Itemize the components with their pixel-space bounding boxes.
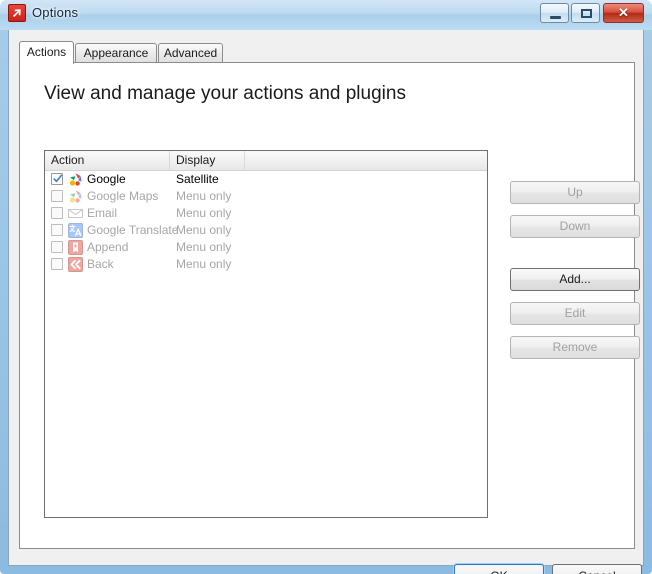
cancel-label: Cancel bbox=[578, 569, 615, 574]
row-checkbox[interactable] bbox=[51, 241, 63, 253]
move-up-button[interactable]: Up bbox=[510, 181, 640, 204]
column-header-display[interactable]: Display bbox=[170, 151, 245, 170]
email-icon bbox=[68, 206, 83, 221]
tab-actions-label: Actions bbox=[26, 45, 67, 59]
edit-label: Edit bbox=[564, 306, 586, 320]
row-checkbox[interactable] bbox=[51, 224, 63, 236]
row-display-value: Menu only bbox=[176, 189, 232, 203]
append-icon bbox=[68, 240, 83, 255]
title-bar[interactable]: Options ✕ bbox=[0, 0, 652, 30]
add-label: Add... bbox=[559, 272, 591, 286]
minimize-icon bbox=[541, 4, 568, 22]
table-row[interactable]: Email Menu only bbox=[45, 205, 487, 222]
google-translate-icon bbox=[68, 223, 83, 238]
tab-actions[interactable]: Actions bbox=[19, 41, 74, 64]
row-action-name: Google Maps bbox=[87, 189, 159, 203]
table-row[interactable]: Append Menu only bbox=[45, 239, 487, 256]
maximize-button[interactable] bbox=[571, 3, 600, 23]
tab-panel-actions: View and manage your actions and plugins… bbox=[19, 62, 640, 549]
google-icon bbox=[68, 172, 83, 187]
column-header-action[interactable]: Action bbox=[45, 151, 170, 170]
dialog-client-area: Actions Appearance Advanced View and man… bbox=[8, 30, 644, 574]
row-checkbox[interactable] bbox=[51, 258, 63, 270]
close-icon: ✕ bbox=[618, 5, 629, 20]
maximize-icon bbox=[572, 4, 599, 22]
row-action-name: Back bbox=[87, 257, 114, 271]
remove-button[interactable]: Remove bbox=[510, 336, 640, 359]
move-down-button[interactable]: Down bbox=[510, 215, 640, 238]
tab-advanced[interactable]: Advanced bbox=[158, 43, 223, 63]
row-checkbox[interactable] bbox=[51, 207, 63, 219]
row-checkbox[interactable] bbox=[51, 173, 63, 185]
app-icon bbox=[8, 4, 26, 22]
tab-appearance-label: Appearance bbox=[83, 46, 149, 60]
row-checkbox[interactable] bbox=[51, 190, 63, 202]
row-action-name: Google bbox=[87, 172, 126, 186]
row-display-value: Menu only bbox=[176, 240, 232, 254]
add-button[interactable]: Add... bbox=[510, 268, 640, 291]
window-title: Options bbox=[32, 5, 79, 20]
row-display-value: Menu only bbox=[176, 206, 232, 220]
minimize-button[interactable] bbox=[540, 3, 569, 23]
table-row[interactable]: Google Maps Menu only bbox=[45, 188, 487, 205]
list-header: Action Display bbox=[45, 151, 487, 171]
list-rows: Google Satellite Google Maps Menu only Email… bbox=[45, 171, 487, 273]
google-maps-icon bbox=[68, 189, 83, 204]
table-row[interactable]: Back Menu only bbox=[45, 256, 487, 273]
row-action-name: Append bbox=[87, 240, 129, 254]
remove-label: Remove bbox=[552, 340, 598, 354]
table-row[interactable]: Google Satellite bbox=[45, 171, 487, 188]
row-display-value: Menu only bbox=[176, 257, 232, 271]
move-up-label: Up bbox=[567, 185, 583, 199]
back-icon bbox=[68, 257, 83, 272]
row-action-name: Google Translate bbox=[87, 223, 179, 237]
row-action-name: Email bbox=[87, 206, 118, 220]
ok-button[interactable]: OK bbox=[454, 564, 544, 574]
actions-list[interactable]: Action Display Google Satellite Google Map… bbox=[44, 150, 488, 518]
move-down-label: Down bbox=[559, 219, 591, 233]
tab-advanced-label: Advanced bbox=[163, 46, 218, 60]
row-display-value: Satellite bbox=[176, 172, 219, 186]
edit-button[interactable]: Edit bbox=[510, 302, 640, 325]
ok-label: OK bbox=[490, 569, 507, 574]
tab-appearance[interactable]: Appearance bbox=[75, 43, 157, 63]
column-header-extra[interactable] bbox=[245, 151, 487, 170]
page-title: View and manage your actions and plugins bbox=[44, 83, 406, 104]
options-window: Options ✕ Actions Appearance Advanced Vi… bbox=[0, 0, 652, 574]
table-row[interactable]: Google Translate Menu only bbox=[45, 222, 487, 239]
row-display-value: Menu only bbox=[176, 223, 232, 237]
close-button[interactable]: ✕ bbox=[603, 3, 644, 23]
cancel-button[interactable]: Cancel bbox=[552, 564, 642, 574]
tab-strip: Actions Appearance Advanced bbox=[19, 41, 635, 64]
